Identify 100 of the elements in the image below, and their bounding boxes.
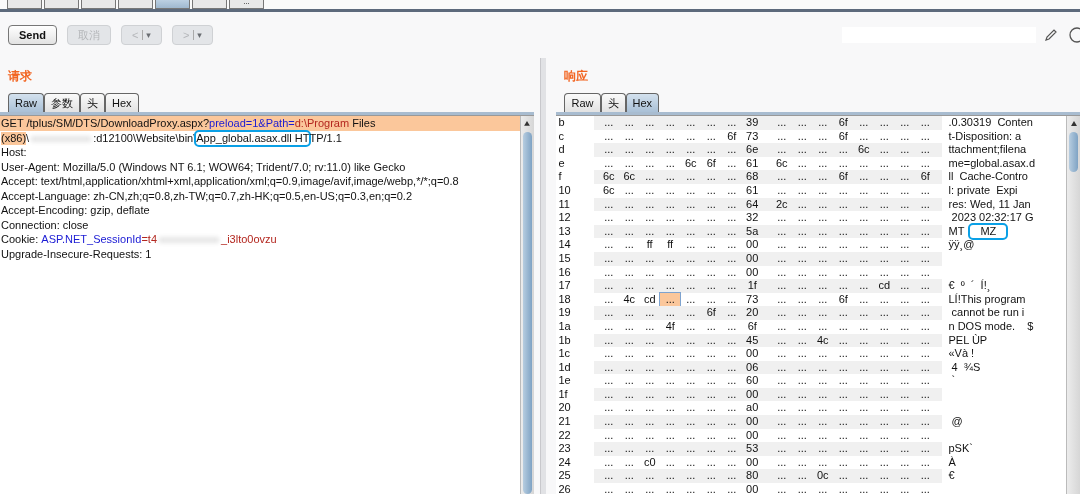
- hex-byte[interactable]: ...: [853, 238, 874, 252]
- hex-byte[interactable]: ...: [721, 211, 742, 225]
- hex-byte[interactable]: ...: [619, 415, 640, 429]
- hex-byte[interactable]: ...: [660, 428, 681, 443]
- hex-byte[interactable]: ...: [792, 360, 813, 375]
- hex-byte[interactable]: ...: [701, 347, 722, 361]
- hex-byte[interactable]: ...: [874, 442, 895, 456]
- hex-byte[interactable]: ...: [915, 129, 936, 144]
- hex-byte[interactable]: ...: [639, 170, 660, 184]
- hex-byte[interactable]: ...: [660, 347, 681, 361]
- hex-byte[interactable]: 2c: [771, 197, 792, 212]
- hex-byte[interactable]: ...: [833, 224, 854, 239]
- hex-byte[interactable]: ...: [853, 211, 874, 225]
- hex-byte[interactable]: ...: [771, 333, 792, 348]
- hex-byte[interactable]: ...: [874, 265, 895, 280]
- hex-byte[interactable]: ...: [680, 455, 701, 470]
- hex-byte[interactable]: ...: [792, 483, 813, 494]
- hex-byte[interactable]: ...: [701, 401, 722, 416]
- hex-byte[interactable]: ...: [792, 238, 813, 252]
- hex-byte[interactable]: ...: [660, 156, 681, 171]
- hex-byte[interactable]: ...: [701, 238, 722, 252]
- hex-byte[interactable]: ...: [680, 170, 701, 184]
- hex-byte[interactable]: ...: [639, 333, 660, 348]
- hex-byte[interactable]: ...: [680, 279, 701, 293]
- hex-byte[interactable]: ...: [660, 251, 681, 266]
- hex-byte[interactable]: ...: [660, 483, 681, 494]
- send-button[interactable]: Send: [8, 25, 57, 45]
- hex-byte[interactable]: ...: [721, 319, 742, 334]
- hex-byte[interactable]: ...: [894, 170, 915, 184]
- hex-byte[interactable]: ...: [812, 129, 833, 144]
- hex-byte[interactable]: 53: [742, 442, 763, 456]
- hex-byte[interactable]: 61: [742, 183, 763, 198]
- hex-byte[interactable]: ...: [680, 469, 701, 484]
- hex-byte[interactable]: ...: [721, 401, 742, 416]
- hex-byte[interactable]: ...: [874, 129, 895, 144]
- hex-byte[interactable]: ff: [639, 238, 660, 252]
- hex-byte[interactable]: ...: [598, 238, 619, 252]
- hex-byte[interactable]: ...: [721, 265, 742, 280]
- hex-byte[interactable]: ...: [915, 333, 936, 348]
- hex-byte[interactable]: ...: [853, 251, 874, 266]
- hex-byte[interactable]: ...: [874, 347, 895, 361]
- hex-byte[interactable]: ...: [660, 292, 681, 307]
- hex-byte[interactable]: ...: [812, 401, 833, 416]
- hex-byte[interactable]: ...: [619, 360, 640, 375]
- hex-byte[interactable]: ...: [771, 211, 792, 225]
- hex-byte[interactable]: ...: [639, 374, 660, 388]
- top-tab[interactable]: ...: [229, 0, 264, 9]
- hex-byte[interactable]: ...: [660, 143, 681, 157]
- hex-byte[interactable]: ...: [915, 292, 936, 307]
- hex-byte[interactable]: ...: [792, 401, 813, 416]
- hex-byte[interactable]: ...: [701, 292, 722, 307]
- hex-byte[interactable]: ...: [894, 347, 915, 361]
- hex-byte[interactable]: ...: [598, 129, 619, 144]
- hex-byte[interactable]: ...: [894, 292, 915, 307]
- hex-byte[interactable]: ...: [812, 116, 833, 130]
- hex-byte[interactable]: ...: [874, 469, 895, 484]
- hex-byte[interactable]: ...: [598, 415, 619, 429]
- scrollbar[interactable]: [519, 116, 534, 494]
- hex-byte[interactable]: ...: [894, 197, 915, 212]
- scrollbar[interactable]: [1066, 116, 1080, 494]
- hex-byte[interactable]: ...: [853, 347, 874, 361]
- hex-byte[interactable]: ...: [812, 197, 833, 212]
- hex-byte[interactable]: ...: [853, 415, 874, 429]
- hex-byte[interactable]: ...: [915, 319, 936, 334]
- top-tab[interactable]: [81, 0, 116, 9]
- hex-byte[interactable]: ...: [721, 469, 742, 484]
- hex-byte[interactable]: ...: [701, 197, 722, 212]
- hex-byte[interactable]: 6e: [742, 143, 763, 157]
- hex-byte[interactable]: ...: [619, 183, 640, 198]
- hex-byte[interactable]: ...: [812, 183, 833, 198]
- hex-byte[interactable]: ...: [792, 129, 813, 144]
- hex-byte[interactable]: ...: [701, 129, 722, 144]
- hex-byte[interactable]: ...: [701, 170, 722, 184]
- hex-byte[interactable]: ...: [792, 387, 813, 402]
- hex-byte[interactable]: 6c: [598, 170, 619, 184]
- hex-byte[interactable]: ...: [833, 197, 854, 212]
- hex-byte[interactable]: ...: [660, 469, 681, 484]
- hex-byte[interactable]: ...: [619, 347, 640, 361]
- scroll-thumb[interactable]: [1069, 132, 1078, 172]
- hex-byte[interactable]: ...: [833, 387, 854, 402]
- hex-byte[interactable]: ...: [660, 374, 681, 388]
- hex-byte[interactable]: ...: [701, 455, 722, 470]
- hex-byte[interactable]: ...: [915, 374, 936, 388]
- hex-byte[interactable]: ...: [639, 183, 660, 198]
- hex-byte[interactable]: 6c: [771, 156, 792, 171]
- hex-byte[interactable]: ...: [915, 360, 936, 375]
- hex-byte[interactable]: c0: [639, 455, 660, 470]
- hex-byte[interactable]: ...: [619, 401, 640, 416]
- hex-byte[interactable]: ...: [680, 360, 701, 375]
- hex-byte[interactable]: ...: [701, 116, 722, 130]
- hex-byte[interactable]: 64: [742, 197, 763, 212]
- hex-byte[interactable]: ...: [701, 387, 722, 402]
- hex-byte[interactable]: 00: [742, 415, 763, 429]
- hex-byte[interactable]: ...: [812, 319, 833, 334]
- hex-byte[interactable]: ...: [853, 483, 874, 494]
- hex-byte[interactable]: ...: [833, 442, 854, 456]
- hex-byte[interactable]: ...: [771, 292, 792, 307]
- hex-byte[interactable]: ...: [639, 211, 660, 225]
- view-tab[interactable]: 头: [600, 93, 626, 112]
- hex-byte[interactable]: ...: [660, 224, 681, 239]
